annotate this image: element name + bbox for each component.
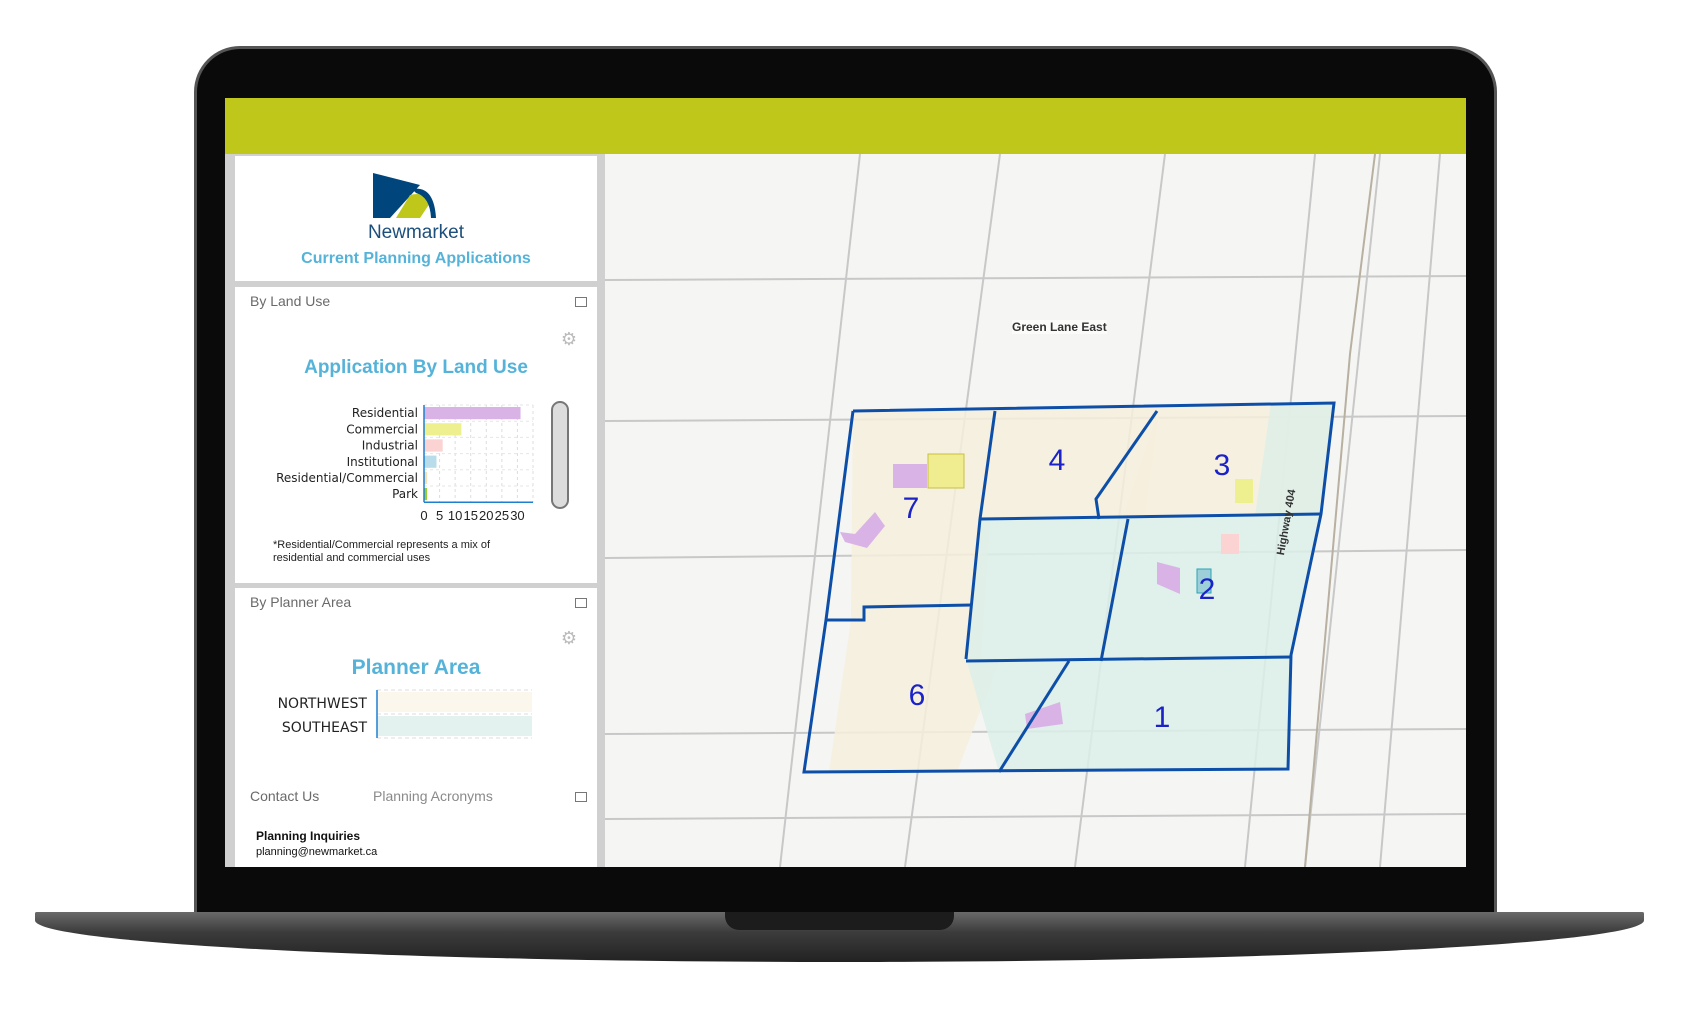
- bar-commercial: [424, 423, 462, 436]
- district-label-7: 7: [903, 492, 920, 525]
- category-label: NORTHWEST: [278, 696, 368, 712]
- app-title: Current Planning Applications: [301, 250, 531, 267]
- bar-northwest: [377, 692, 532, 712]
- x-tick-label: 15: [463, 508, 477, 523]
- newmarket-logo: [373, 173, 436, 218]
- bar-industrial: [424, 439, 443, 452]
- district-label-4: 4: [1049, 444, 1066, 477]
- map-canvas[interactable]: 1 2 3 4 6 7: [604, 153, 1466, 867]
- tab-by-land-use[interactable]: By Land Use: [250, 293, 330, 309]
- x-tick-label: 20: [479, 508, 493, 523]
- chart-title: Planner Area: [351, 656, 481, 679]
- bar-institutional: [424, 455, 437, 468]
- planner-area-chart: NORTHWEST SOUTHEAST: [278, 689, 532, 739]
- district-label-2: 2: [1199, 573, 1216, 606]
- category-label: Commercial: [346, 422, 418, 436]
- x-tick-label: 0: [420, 508, 427, 523]
- land-use-chart: Residential Commercial Industrial Instituti…: [276, 404, 534, 523]
- x-tick-label: 30: [510, 508, 524, 523]
- land-use-panel: By Land Use ⚙ Application By Land Use Re…: [235, 287, 597, 583]
- bar-residential: [424, 407, 521, 420]
- chart-scrollbar[interactable]: [551, 401, 569, 509]
- road-label-green-lane: Green Lane East: [1012, 320, 1107, 334]
- laptop-notch: [725, 912, 954, 930]
- tab-planning-acronyms[interactable]: Planning Acronyms: [373, 788, 493, 804]
- category-label: Institutional: [347, 455, 418, 469]
- contact-heading: Planning Inquiries: [256, 829, 361, 843]
- category-label: SOUTHEAST: [282, 720, 368, 736]
- maximize-icon[interactable]: [575, 598, 587, 608]
- header-panel: Newmarket Current Planning Applications: [235, 156, 597, 281]
- maximize-icon[interactable]: [575, 792, 587, 802]
- x-tick-label: 10: [448, 508, 462, 523]
- contact-email[interactable]: planning@newmarket.ca: [256, 846, 377, 858]
- category-label: Industrial: [362, 439, 418, 453]
- maximize-icon[interactable]: [575, 297, 587, 307]
- gear-icon[interactable]: ⚙: [561, 329, 577, 350]
- x-tick-label: 25: [495, 508, 509, 523]
- app-screen: Newmarket Current Planning Applications …: [225, 98, 1466, 867]
- bar-southeast: [377, 716, 532, 736]
- tab-by-planner-area[interactable]: By Planner Area: [250, 594, 351, 610]
- district-label-3: 3: [1214, 449, 1231, 482]
- district-label-1: 1: [1154, 701, 1171, 734]
- tab-contact-us[interactable]: Contact Us: [250, 788, 319, 804]
- chart-title: Application By Land Use: [304, 357, 528, 378]
- map-view[interactable]: 123467 Green Lane East Highway 404: [604, 153, 1466, 867]
- footnote: *Residential/Commercial represents a mix…: [273, 539, 491, 564]
- x-tick-label: 5: [436, 508, 443, 523]
- org-name: Newmarket: [367, 222, 465, 243]
- district-label-6: 6: [909, 679, 926, 712]
- category-label: Park: [392, 487, 418, 501]
- header-bar: [225, 98, 1466, 154]
- gear-icon[interactable]: ⚙: [561, 628, 577, 649]
- contact-panel: Contact Us Planning Acronyms Planning In…: [235, 782, 597, 867]
- category-label: Residential/Commercial: [276, 471, 418, 485]
- district-fills: [829, 403, 1334, 772]
- category-label: Residential: [352, 406, 418, 420]
